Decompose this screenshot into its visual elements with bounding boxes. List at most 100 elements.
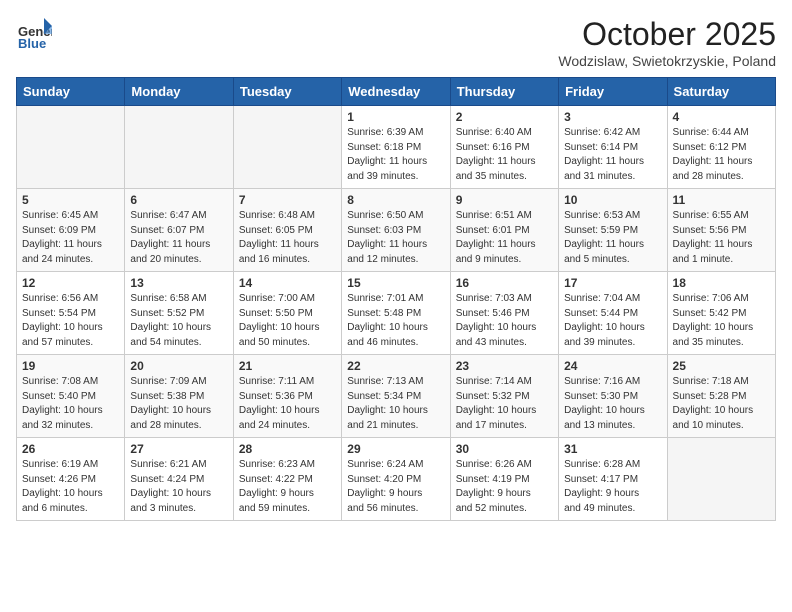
calendar-cell xyxy=(17,106,125,189)
calendar-week-2: 5 Sunrise: 6:45 AM Sunset: 6:09 PM Daylig… xyxy=(17,189,776,272)
calendar-cell: 17 Sunrise: 7:04 AM Sunset: 5:44 PM Dayli… xyxy=(559,272,667,355)
day-number: 14 xyxy=(239,276,336,290)
day-number: 8 xyxy=(347,193,444,207)
weekday-header-tuesday: Tuesday xyxy=(233,78,341,106)
day-number: 16 xyxy=(456,276,553,290)
day-info: Sunrise: 6:26 AM Sunset: 4:19 PM Dayligh… xyxy=(456,458,553,516)
day-info: Sunrise: 6:55 AM Sunset: 5:56 PM Dayligh… xyxy=(673,209,770,267)
weekday-header-monday: Monday xyxy=(125,78,233,106)
day-info: Sunrise: 6:45 AM Sunset: 6:09 PM Dayligh… xyxy=(22,209,119,267)
calendar-cell: 19 Sunrise: 7:08 AM Sunset: 5:40 PM Dayli… xyxy=(17,355,125,438)
logo: General Blue xyxy=(16,16,52,52)
weekday-header-row: SundayMondayTuesdayWednesdayThursdayFrid… xyxy=(17,78,776,106)
calendar-cell: 7 Sunrise: 6:48 AM Sunset: 6:05 PM Daylig… xyxy=(233,189,341,272)
calendar-cell xyxy=(233,106,341,189)
calendar-cell: 3Sunrise: 6:42 AM Sunset: 6:14 PM Daylig… xyxy=(559,106,667,189)
month-title: October 2025 xyxy=(558,16,776,53)
day-number: 15 xyxy=(347,276,444,290)
calendar-week-1: 1 Sunrise: 6:39 AM Sunset: 6:18 PM Daylig… xyxy=(17,106,776,189)
calendar-cell: 23Sunrise: 7:14 AM Sunset: 5:32 PM Dayli… xyxy=(450,355,558,438)
day-number: 9 xyxy=(456,193,553,207)
day-info: Sunrise: 7:04 AM Sunset: 5:44 PM Dayligh… xyxy=(564,292,661,350)
calendar-cell: 14Sunrise: 7:00 AM Sunset: 5:50 PM Dayli… xyxy=(233,272,341,355)
calendar-week-5: 26Sunrise: 6:19 AM Sunset: 4:26 PM Dayli… xyxy=(17,438,776,521)
day-info: Sunrise: 6:40 AM Sunset: 6:16 PM Dayligh… xyxy=(456,126,553,184)
day-info: Sunrise: 6:53 AM Sunset: 5:59 PM Dayligh… xyxy=(564,209,661,267)
calendar-cell: 24 Sunrise: 7:16 AM Sunset: 5:30 PM Dayli… xyxy=(559,355,667,438)
svg-text:Blue: Blue xyxy=(18,36,46,51)
day-info: Sunrise: 6:24 AM Sunset: 4:20 PM Dayligh… xyxy=(347,458,444,516)
day-number: 12 xyxy=(22,276,119,290)
calendar-week-4: 19 Sunrise: 7:08 AM Sunset: 5:40 PM Dayli… xyxy=(17,355,776,438)
calendar-table: SundayMondayTuesdayWednesdayThursdayFrid… xyxy=(16,77,776,521)
calendar-cell: 5 Sunrise: 6:45 AM Sunset: 6:09 PM Daylig… xyxy=(17,189,125,272)
calendar-cell: 10 Sunrise: 6:53 AM Sunset: 5:59 PM Dayli… xyxy=(559,189,667,272)
day-info: Sunrise: 7:03 AM Sunset: 5:46 PM Dayligh… xyxy=(456,292,553,350)
calendar-cell: 29 Sunrise: 6:24 AM Sunset: 4:20 PM Dayli… xyxy=(342,438,450,521)
calendar-cell: 12 Sunrise: 6:56 AM Sunset: 5:54 PM Dayli… xyxy=(17,272,125,355)
calendar-cell xyxy=(125,106,233,189)
day-number: 25 xyxy=(673,359,770,373)
calendar-cell: 25 Sunrise: 7:18 AM Sunset: 5:28 PM Dayli… xyxy=(667,355,775,438)
day-number: 27 xyxy=(130,442,227,456)
weekday-header-friday: Friday xyxy=(559,78,667,106)
day-info: Sunrise: 6:28 AM Sunset: 4:17 PM Dayligh… xyxy=(564,458,661,516)
calendar-cell: 31 Sunrise: 6:28 AM Sunset: 4:17 PM Dayli… xyxy=(559,438,667,521)
day-number: 22 xyxy=(347,359,444,373)
day-info: Sunrise: 7:18 AM Sunset: 5:28 PM Dayligh… xyxy=(673,375,770,433)
calendar-cell xyxy=(667,438,775,521)
day-info: Sunrise: 6:21 AM Sunset: 4:24 PM Dayligh… xyxy=(130,458,227,516)
day-number: 26 xyxy=(22,442,119,456)
day-info: Sunrise: 6:48 AM Sunset: 6:05 PM Dayligh… xyxy=(239,209,336,267)
day-info: Sunrise: 6:50 AM Sunset: 6:03 PM Dayligh… xyxy=(347,209,444,267)
logo-icon: General Blue xyxy=(16,16,52,52)
weekday-header-wednesday: Wednesday xyxy=(342,78,450,106)
day-number: 11 xyxy=(673,193,770,207)
day-number: 19 xyxy=(22,359,119,373)
location: Wodzislaw, Swietokrzyskie, Poland xyxy=(558,53,776,69)
day-info: Sunrise: 7:14 AM Sunset: 5:32 PM Dayligh… xyxy=(456,375,553,433)
calendar-cell: 9 Sunrise: 6:51 AM Sunset: 6:01 PM Daylig… xyxy=(450,189,558,272)
day-info: Sunrise: 6:47 AM Sunset: 6:07 PM Dayligh… xyxy=(130,209,227,267)
day-number: 29 xyxy=(347,442,444,456)
day-number: 17 xyxy=(564,276,661,290)
weekday-header-sunday: Sunday xyxy=(17,78,125,106)
day-info: Sunrise: 7:16 AM Sunset: 5:30 PM Dayligh… xyxy=(564,375,661,433)
day-info: Sunrise: 6:58 AM Sunset: 5:52 PM Dayligh… xyxy=(130,292,227,350)
day-number: 5 xyxy=(22,193,119,207)
day-number: 4 xyxy=(673,110,770,124)
day-number: 24 xyxy=(564,359,661,373)
day-number: 10 xyxy=(564,193,661,207)
calendar-cell: 22 Sunrise: 7:13 AM Sunset: 5:34 PM Dayli… xyxy=(342,355,450,438)
calendar-cell: 4 Sunrise: 6:44 AM Sunset: 6:12 PM Daylig… xyxy=(667,106,775,189)
calendar-cell: 8 Sunrise: 6:50 AM Sunset: 6:03 PM Daylig… xyxy=(342,189,450,272)
day-info: Sunrise: 6:39 AM Sunset: 6:18 PM Dayligh… xyxy=(347,126,444,184)
day-info: Sunrise: 7:01 AM Sunset: 5:48 PM Dayligh… xyxy=(347,292,444,350)
calendar-cell: 6Sunrise: 6:47 AM Sunset: 6:07 PM Daylig… xyxy=(125,189,233,272)
day-info: Sunrise: 7:09 AM Sunset: 5:38 PM Dayligh… xyxy=(130,375,227,433)
day-number: 13 xyxy=(130,276,227,290)
calendar-cell: 28Sunrise: 6:23 AM Sunset: 4:22 PM Dayli… xyxy=(233,438,341,521)
day-number: 31 xyxy=(564,442,661,456)
calendar-cell: 30Sunrise: 6:26 AM Sunset: 4:19 PM Dayli… xyxy=(450,438,558,521)
day-info: Sunrise: 6:44 AM Sunset: 6:12 PM Dayligh… xyxy=(673,126,770,184)
calendar-cell: 2 Sunrise: 6:40 AM Sunset: 6:16 PM Daylig… xyxy=(450,106,558,189)
calendar-cell: 18Sunrise: 7:06 AM Sunset: 5:42 PM Dayli… xyxy=(667,272,775,355)
day-info: Sunrise: 7:08 AM Sunset: 5:40 PM Dayligh… xyxy=(22,375,119,433)
calendar-cell: 21Sunrise: 7:11 AM Sunset: 5:36 PM Dayli… xyxy=(233,355,341,438)
calendar-week-3: 12 Sunrise: 6:56 AM Sunset: 5:54 PM Dayli… xyxy=(17,272,776,355)
day-number: 3 xyxy=(564,110,661,124)
day-number: 18 xyxy=(673,276,770,290)
title-area: October 2025 Wodzislaw, Swietokrzyskie, … xyxy=(558,16,776,69)
day-info: Sunrise: 7:13 AM Sunset: 5:34 PM Dayligh… xyxy=(347,375,444,433)
day-info: Sunrise: 7:11 AM Sunset: 5:36 PM Dayligh… xyxy=(239,375,336,433)
calendar-cell: 20 Sunrise: 7:09 AM Sunset: 5:38 PM Dayli… xyxy=(125,355,233,438)
calendar-cell: 15 Sunrise: 7:01 AM Sunset: 5:48 PM Dayli… xyxy=(342,272,450,355)
weekday-header-saturday: Saturday xyxy=(667,78,775,106)
day-number: 7 xyxy=(239,193,336,207)
day-number: 20 xyxy=(130,359,227,373)
day-number: 1 xyxy=(347,110,444,124)
day-info: Sunrise: 6:51 AM Sunset: 6:01 PM Dayligh… xyxy=(456,209,553,267)
day-number: 2 xyxy=(456,110,553,124)
day-info: Sunrise: 6:56 AM Sunset: 5:54 PM Dayligh… xyxy=(22,292,119,350)
